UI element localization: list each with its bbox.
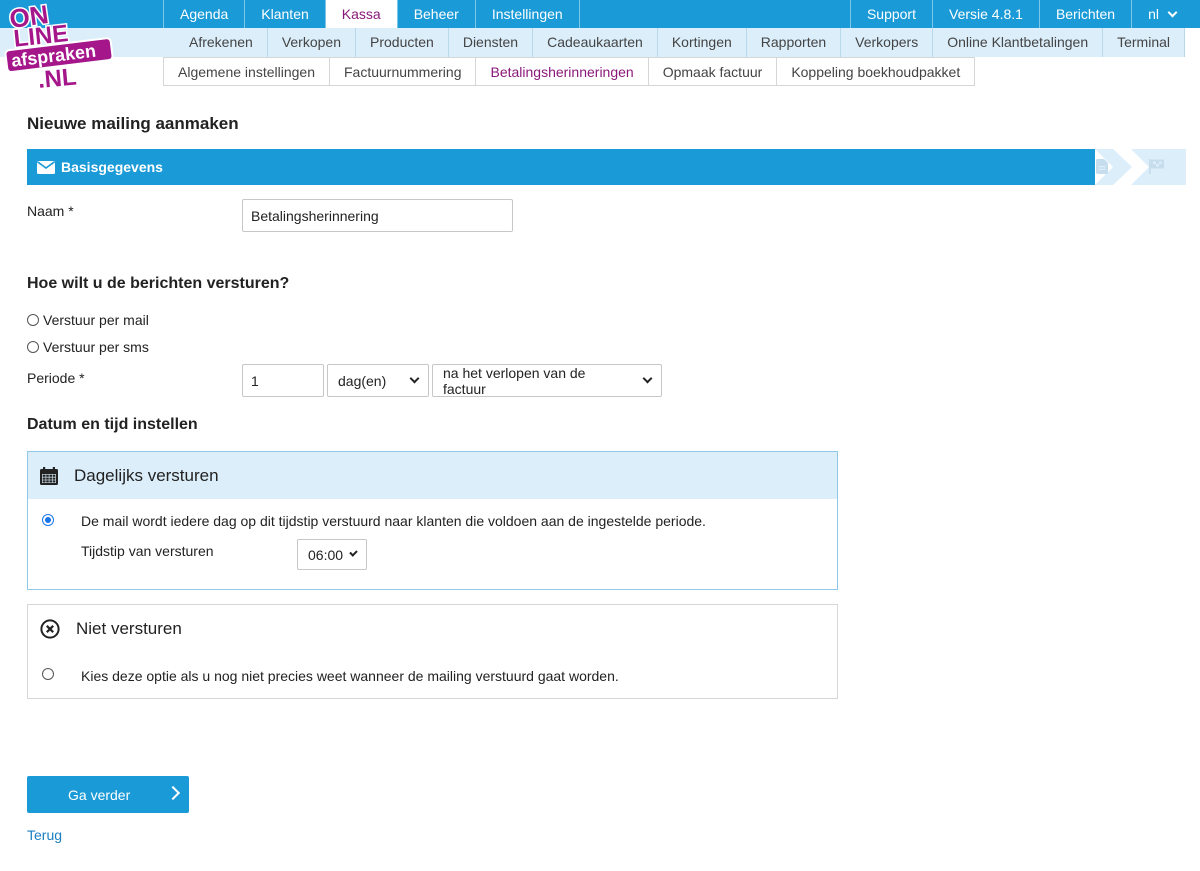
daily-send-panel[interactable]: Dagelijks versturen De mail wordt iedere… <box>27 451 838 590</box>
submenu-verkopen[interactable]: Verkopen <box>268 28 356 57</box>
schedule-heading: Datum en tijd instellen <box>27 416 198 433</box>
no-send-header: Niet versturen <box>28 605 837 653</box>
messages-link[interactable]: Berichten <box>1038 0 1131 28</box>
chevron-down-icon <box>409 373 420 384</box>
step-basisgegevens[interactable]: Basisgegevens <box>27 149 1095 185</box>
svg-text:.NL: .NL <box>37 64 78 92</box>
no-send-panel[interactable]: Niet versturen Kies deze optie als u nog… <box>27 604 838 699</box>
chevron-right-icon <box>165 785 181 801</box>
daily-send-header: Dagelijks versturen <box>28 452 837 499</box>
continue-button-label: Ga verder <box>68 786 131 803</box>
period-amount-input[interactable] <box>242 364 324 397</box>
support-link[interactable]: Support <box>849 0 932 28</box>
menu-instellingen[interactable]: Instellingen <box>474 0 580 28</box>
submenu-online-klantbetalingen[interactable]: Online Klantbetalingen <box>933 28 1104 57</box>
no-send-description: Kies deze optie als u nog niet precies w… <box>81 668 619 684</box>
submenu-producten[interactable]: Producten <box>356 28 449 57</box>
period-relation-value: na het verlopen van de factuur <box>443 364 586 397</box>
chevron-down-icon <box>349 548 358 557</box>
name-input[interactable] <box>242 199 513 232</box>
onlineafspraken-logo[interactable]: ON LINE afspraken .NL <box>0 0 120 92</box>
language-label: nl <box>1148 6 1159 22</box>
submenu-diensten[interactable]: Diensten <box>449 28 534 57</box>
daily-send-description: De mail wordt iedere dag op dit tijdstip… <box>81 513 706 529</box>
submenu-afrekenen[interactable]: Afrekenen <box>175 28 268 57</box>
submenu-rapporten[interactable]: Rapporten <box>747 28 842 57</box>
send-by-sms-option[interactable]: Verstuur per sms <box>27 339 149 355</box>
language-selector[interactable]: nl <box>1131 0 1200 28</box>
send-method-heading: Hoe wilt u de berichten versturen? <box>27 275 290 292</box>
chevron-down-icon <box>642 373 653 384</box>
continue-button[interactable]: Ga verder <box>27 776 189 813</box>
kassa-submenu: Afrekenen Verkopen Producten Diensten Ca… <box>175 28 1200 57</box>
period-unit-value: dag(en) <box>338 372 387 389</box>
settings-tabs: Algemene instellingen Factuurnummering B… <box>163 57 976 86</box>
period-unit-select[interactable]: dag(en) <box>327 364 429 397</box>
send-by-sms-radio[interactable] <box>27 341 39 353</box>
page-title: Nieuwe mailing aanmaken <box>27 114 239 133</box>
main-menu: Agenda Klanten Kassa Beheer Instellingen <box>163 0 580 28</box>
submenu-terminal[interactable]: Terminal <box>1103 28 1186 57</box>
send-by-mail-option[interactable]: Verstuur per mail <box>27 312 149 328</box>
tab-koppeling-boekhoudpakket[interactable]: Koppeling boekhoudpakket <box>776 58 976 86</box>
submenu-kortingen[interactable]: Kortingen <box>658 28 747 57</box>
document-icon[interactable] <box>1096 159 1108 174</box>
period-relation-select[interactable]: na het verlopen van de factuur <box>432 364 662 397</box>
calendar-icon <box>40 466 58 485</box>
tab-opmaak-factuur[interactable]: Opmaak factuur <box>647 58 777 86</box>
step-basisgegevens-label: Basisgegevens <box>61 159 163 175</box>
submenu-cadeaukaarten[interactable]: Cadeaukaarten <box>533 28 658 57</box>
menu-agenda[interactable]: Agenda <box>163 0 244 28</box>
wizard-steps: Basisgegevens <box>27 149 1186 185</box>
version-label[interactable]: Versie 4.8.1 <box>932 0 1039 28</box>
menu-kassa[interactable]: Kassa <box>324 0 397 28</box>
send-time-label: Tijdstip van versturen <box>81 543 214 559</box>
submenu-verkopers[interactable]: Verkopers <box>841 28 934 57</box>
menu-beheer[interactable]: Beheer <box>396 0 475 28</box>
daily-send-radio[interactable] <box>42 514 54 526</box>
send-time-select[interactable]: 06:00 <box>297 539 367 570</box>
submenu-instellingen[interactable]: Instelli <box>1185 28 1200 57</box>
envelope-icon <box>37 160 55 174</box>
tab-algemene-instellingen[interactable]: Algemene instellingen <box>163 58 329 86</box>
back-link[interactable]: Terug <box>27 827 62 843</box>
no-send-radio[interactable] <box>42 668 54 680</box>
no-send-title: Niet versturen <box>76 619 182 638</box>
top-right-menu: Support Versie 4.8.1 Berichten nl <box>849 0 1200 28</box>
period-label: Periode * <box>27 370 85 386</box>
send-by-sms-label: Verstuur per sms <box>43 339 149 355</box>
name-label: Naam * <box>27 203 74 219</box>
chevron-down-icon <box>1167 7 1178 17</box>
send-time-value: 06:00 <box>308 546 344 563</box>
tab-betalingsherinneringen[interactable]: Betalingsherinneringen <box>475 58 648 86</box>
send-by-mail-label: Verstuur per mail <box>43 312 149 328</box>
tab-factuurnummering[interactable]: Factuurnummering <box>328 58 476 86</box>
menu-klanten[interactable]: Klanten <box>244 0 324 28</box>
checkered-flag-icon[interactable] <box>1149 159 1165 174</box>
close-circle-icon <box>40 619 60 639</box>
send-by-mail-radio[interactable] <box>27 314 39 326</box>
daily-send-title: Dagelijks versturen <box>74 465 219 485</box>
